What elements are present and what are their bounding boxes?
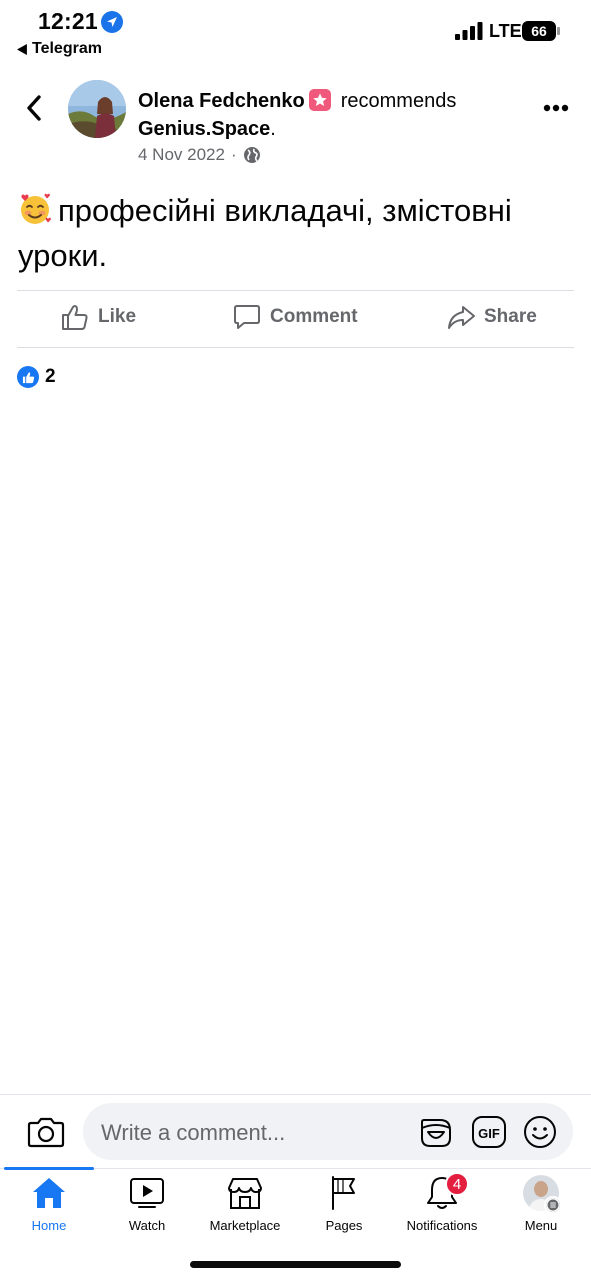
tab-notifications-label: Notifications xyxy=(406,1218,478,1233)
comment-bar-border xyxy=(0,1094,591,1095)
comment-label: Comment xyxy=(270,306,358,327)
globe-public-icon xyxy=(243,147,260,163)
avatar-sticker-icon[interactable] xyxy=(418,1114,454,1150)
camera-icon[interactable] xyxy=(27,1114,65,1150)
page-suffix: . xyxy=(270,118,276,140)
notifications-count-badge: 4 xyxy=(445,1172,469,1196)
home-icon xyxy=(33,1178,65,1208)
tab-pages-label: Pages xyxy=(325,1218,363,1233)
back-triangle-icon xyxy=(17,43,27,55)
pages-flag-icon xyxy=(332,1176,355,1210)
back-app-label: Telegram xyxy=(32,40,102,57)
tab-menu[interactable]: Menu xyxy=(492,1174,590,1233)
gif-icon[interactable]: GIF xyxy=(471,1114,507,1150)
divider-bottom xyxy=(17,347,574,348)
tab-notifications[interactable]: 4 Notifications xyxy=(393,1172,491,1233)
tab-menu-label: Menu xyxy=(524,1218,558,1233)
tab-marketplace[interactable]: Marketplace xyxy=(196,1174,294,1233)
post-date[interactable]: 4 Nov 2022 xyxy=(138,145,225,165)
post-meta: 4 Nov 2022 · xyxy=(138,145,261,165)
svg-text:GIF: GIF xyxy=(478,1126,500,1141)
share-button[interactable]: Share xyxy=(446,302,537,332)
like-reaction-icon xyxy=(17,366,39,388)
smiling-face-with-hearts-icon xyxy=(21,193,51,224)
author-name[interactable]: Olena Fedchenko xyxy=(138,90,305,112)
recommended-page-link[interactable]: Genius.Space xyxy=(138,118,270,140)
divider-top xyxy=(17,290,574,291)
comment-input-placeholder[interactable]: Write a comment... xyxy=(101,1120,285,1146)
location-arrow-icon xyxy=(101,11,123,33)
watch-icon xyxy=(130,1178,164,1208)
like-button[interactable]: Like xyxy=(60,302,136,332)
like-count: 2 xyxy=(45,366,56,387)
reactions-summary[interactable]: 2 xyxy=(17,366,56,388)
recommends-label: recommends xyxy=(340,90,457,112)
comment-button[interactable]: Comment xyxy=(232,302,358,332)
emoji-icon[interactable] xyxy=(522,1114,558,1150)
recommendation-star-badge-icon xyxy=(308,89,331,111)
menu-lines-icon xyxy=(544,1196,562,1214)
back-chevron-icon[interactable] xyxy=(22,92,46,124)
tab-pages[interactable]: Pages xyxy=(295,1174,393,1233)
battery-level: 66 xyxy=(522,21,556,41)
cellular-signal-icon xyxy=(455,22,483,40)
post-header-text: Olena Fedchenko recommends Genius.Space. xyxy=(138,87,528,143)
network-type: LTE xyxy=(489,21,522,41)
back-to-telegram[interactable]: Telegram xyxy=(17,40,102,58)
tab-marketplace-label: Marketplace xyxy=(209,1218,281,1233)
more-options-icon[interactable] xyxy=(543,104,569,112)
share-arrow-icon xyxy=(448,306,475,329)
meta-separator: · xyxy=(230,145,237,164)
home-indicator[interactable] xyxy=(190,1261,401,1268)
author-avatar[interactable] xyxy=(68,80,126,138)
like-label: Like xyxy=(98,306,137,327)
comment-bubble-icon xyxy=(234,305,260,329)
like-thumb-icon xyxy=(62,305,88,330)
post-text: професійні викладачі, змістовні уроки. xyxy=(18,193,512,273)
battery-icon: 66 xyxy=(522,21,560,41)
active-tab-indicator xyxy=(4,1167,94,1170)
post-body: професійні викладачі, змістовні уроки. xyxy=(18,188,578,278)
share-label: Share xyxy=(484,306,537,327)
tab-watch-label: Watch xyxy=(128,1218,166,1233)
tab-watch[interactable]: Watch xyxy=(98,1174,196,1233)
marketplace-icon xyxy=(228,1178,262,1209)
tab-home[interactable]: Home xyxy=(0,1174,98,1233)
tab-home-label: Home xyxy=(31,1218,67,1233)
status-time: 12:21 xyxy=(38,8,98,34)
